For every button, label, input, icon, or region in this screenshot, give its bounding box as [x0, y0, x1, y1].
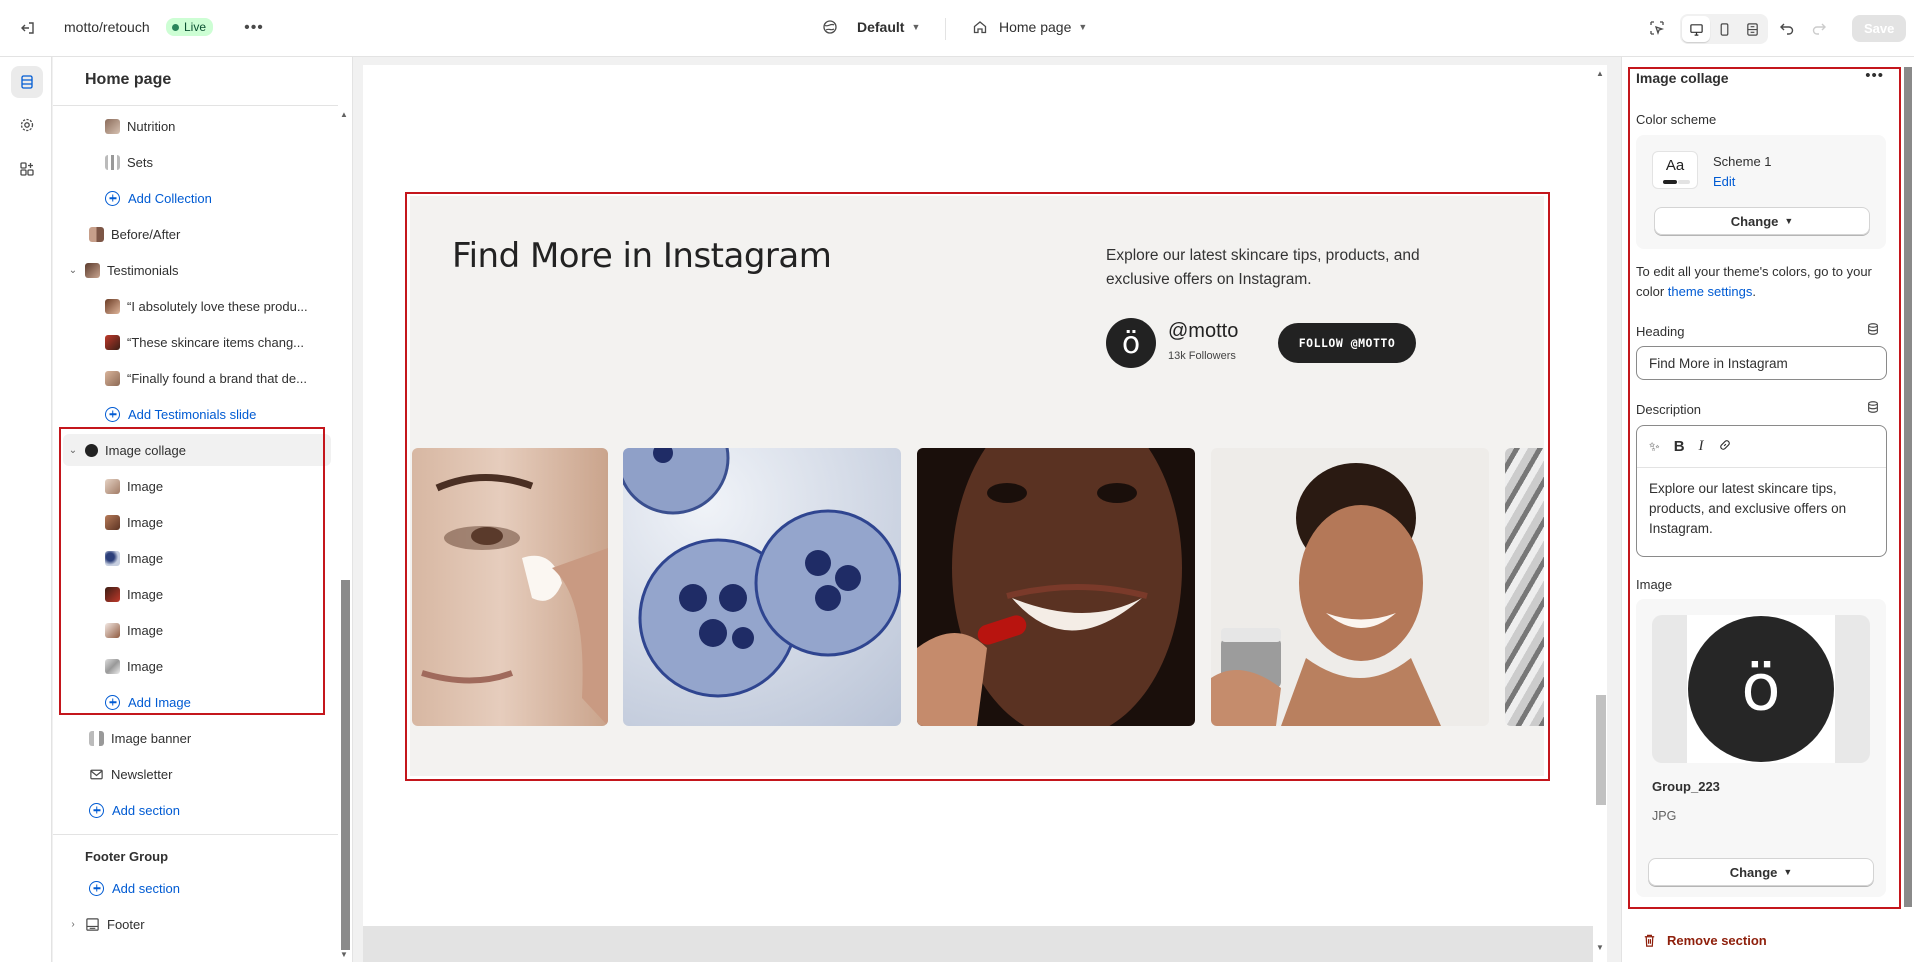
- tree-item-label: Sets: [127, 154, 154, 170]
- save-button[interactable]: Save: [1852, 15, 1907, 42]
- tree-item-label: “I absolutely love these produ...: [127, 298, 308, 314]
- apps-icon[interactable]: [11, 153, 43, 185]
- panel-scrollbar[interactable]: [1902, 57, 1912, 917]
- mail-icon: [89, 767, 104, 782]
- add-testimonials-slide-button[interactable]: Add Testimonials slide: [63, 398, 331, 430]
- tree-item-footer[interactable]: › Footer: [63, 908, 331, 940]
- chevron-down-icon: ▼: [1078, 22, 1088, 32]
- divider: [53, 105, 338, 106]
- store-name: motto/retouch: [64, 19, 150, 35]
- sidebar-scrollbar[interactable]: ▲ ▼: [338, 57, 350, 962]
- chevron-right-icon: ›: [71, 918, 75, 930]
- section-sidebar: Home page Nutrition Sets Add Collection …: [53, 57, 353, 962]
- scrollbar-thumb[interactable]: [1596, 695, 1606, 805]
- scrollbar-thumb[interactable]: [341, 580, 350, 950]
- add-section-button[interactable]: Add section: [63, 794, 331, 826]
- theme-dropdown[interactable]: Default ▼: [822, 19, 920, 35]
- tree-item-label: Testimonials: [107, 262, 179, 278]
- scroll-up-icon[interactable]: ▲: [340, 110, 348, 119]
- chevron-down-icon: ▼: [911, 22, 921, 32]
- scrollbar-thumb[interactable]: [1904, 67, 1912, 907]
- add-circle-icon: [105, 190, 120, 206]
- tree-item-label: Newsletter: [111, 766, 173, 782]
- tree-item-testimonial-1[interactable]: “I absolutely love these produ...: [63, 290, 331, 322]
- section-thumbnail: [89, 226, 104, 242]
- block-thumbnail: [105, 334, 120, 350]
- add-collection-button[interactable]: Add Collection: [63, 182, 331, 214]
- footer-group-title: Footer Group: [85, 849, 169, 864]
- inspector-icon[interactable]: [1643, 14, 1671, 42]
- divider: [945, 18, 946, 40]
- add-circle-icon: [89, 880, 104, 896]
- status-text: Live: [184, 20, 207, 34]
- trash-icon: [1644, 934, 1655, 947]
- tree-item-testimonial-2[interactable]: “These skincare items chang...: [63, 326, 331, 358]
- selection-highlight: [59, 427, 325, 715]
- divider: [53, 834, 338, 835]
- left-rail: [0, 57, 52, 962]
- tree-item-testimonials[interactable]: ⌄ Testimonials: [63, 254, 331, 286]
- tree-item-newsletter[interactable]: Newsletter: [63, 758, 331, 790]
- add-label: Add section: [112, 802, 180, 818]
- desktop-view-icon[interactable]: [1682, 16, 1710, 42]
- block-thumbnail: [105, 154, 120, 170]
- sidebar-title: Home page: [85, 71, 172, 88]
- scroll-down-icon[interactable]: ▼: [340, 950, 348, 959]
- globe-icon: [823, 20, 837, 34]
- remove-section-button[interactable]: Remove section: [1642, 933, 1767, 948]
- section-thumbnail: [85, 262, 100, 278]
- theme-dropdown-label: Default: [857, 19, 905, 35]
- tree-item-label: “These skincare items chang...: [127, 334, 305, 350]
- page-dropdown-label: Home page: [999, 19, 1072, 35]
- tree-item-label: Nutrition: [127, 118, 176, 134]
- mobile-view-icon[interactable]: [1710, 16, 1738, 42]
- home-icon: [973, 21, 987, 34]
- add-circle-icon: [105, 406, 120, 422]
- redo-icon[interactable]: [1805, 14, 1833, 42]
- tree-item-label: “Finally found a brand that de...: [127, 370, 307, 386]
- footer-layout-icon: [85, 917, 100, 932]
- tree-item-label: Image banner: [111, 730, 192, 746]
- preview-selection-highlight: [405, 192, 1550, 781]
- status-badge: Live: [166, 18, 214, 36]
- scroll-up-icon[interactable]: ▲: [1596, 69, 1604, 78]
- live-dot-icon: [172, 23, 179, 31]
- footer-add-section-button[interactable]: Add section: [63, 872, 331, 904]
- panel-selection-highlight: [1628, 67, 1901, 909]
- settings-panel: Image collage ••• Color scheme Aa Scheme…: [1621, 57, 1914, 962]
- fullscreen-view-icon[interactable]: [1738, 16, 1766, 42]
- tree-item-sets[interactable]: Sets: [63, 146, 331, 178]
- tree-item-testimonial-3[interactable]: “Finally found a brand that de...: [63, 362, 331, 394]
- block-thumbnail: [105, 370, 120, 386]
- tree-item-label: Before/After: [111, 226, 181, 242]
- scroll-down-icon[interactable]: ▼: [1596, 943, 1604, 952]
- add-circle-icon: [89, 802, 104, 818]
- settings-gear-icon[interactable]: [11, 109, 43, 141]
- tree-item-before-after[interactable]: Before/After: [63, 218, 331, 250]
- page-dropdown[interactable]: Home page ▼: [972, 19, 1087, 35]
- section-thumbnail: [89, 730, 104, 746]
- add-label: Add section: [112, 880, 180, 896]
- tree-item-label: Footer: [107, 916, 145, 932]
- undo-icon[interactable]: [1773, 14, 1801, 42]
- chevron-down-icon: ⌄: [68, 264, 78, 276]
- tree-item-nutrition[interactable]: Nutrition: [63, 110, 331, 142]
- sections-icon[interactable]: [11, 66, 43, 98]
- exit-icon[interactable]: [14, 14, 42, 42]
- top-bar: motto/retouch Live ••• Default ▼ Home pa…: [0, 0, 1914, 57]
- more-options-icon[interactable]: •••: [240, 14, 268, 42]
- remove-section-label: Remove section: [1667, 933, 1767, 948]
- block-thumbnail: [105, 298, 120, 314]
- tree-item-image-banner[interactable]: Image banner: [63, 722, 331, 754]
- block-thumbnail: [105, 118, 120, 134]
- viewport-switcher: [1680, 14, 1768, 44]
- preview-scrollbar[interactable]: ▲ ▼: [1593, 65, 1607, 962]
- add-label: Add Collection: [128, 190, 212, 206]
- preview-next-section: [363, 926, 1593, 962]
- add-label: Add Testimonials slide: [128, 406, 257, 422]
